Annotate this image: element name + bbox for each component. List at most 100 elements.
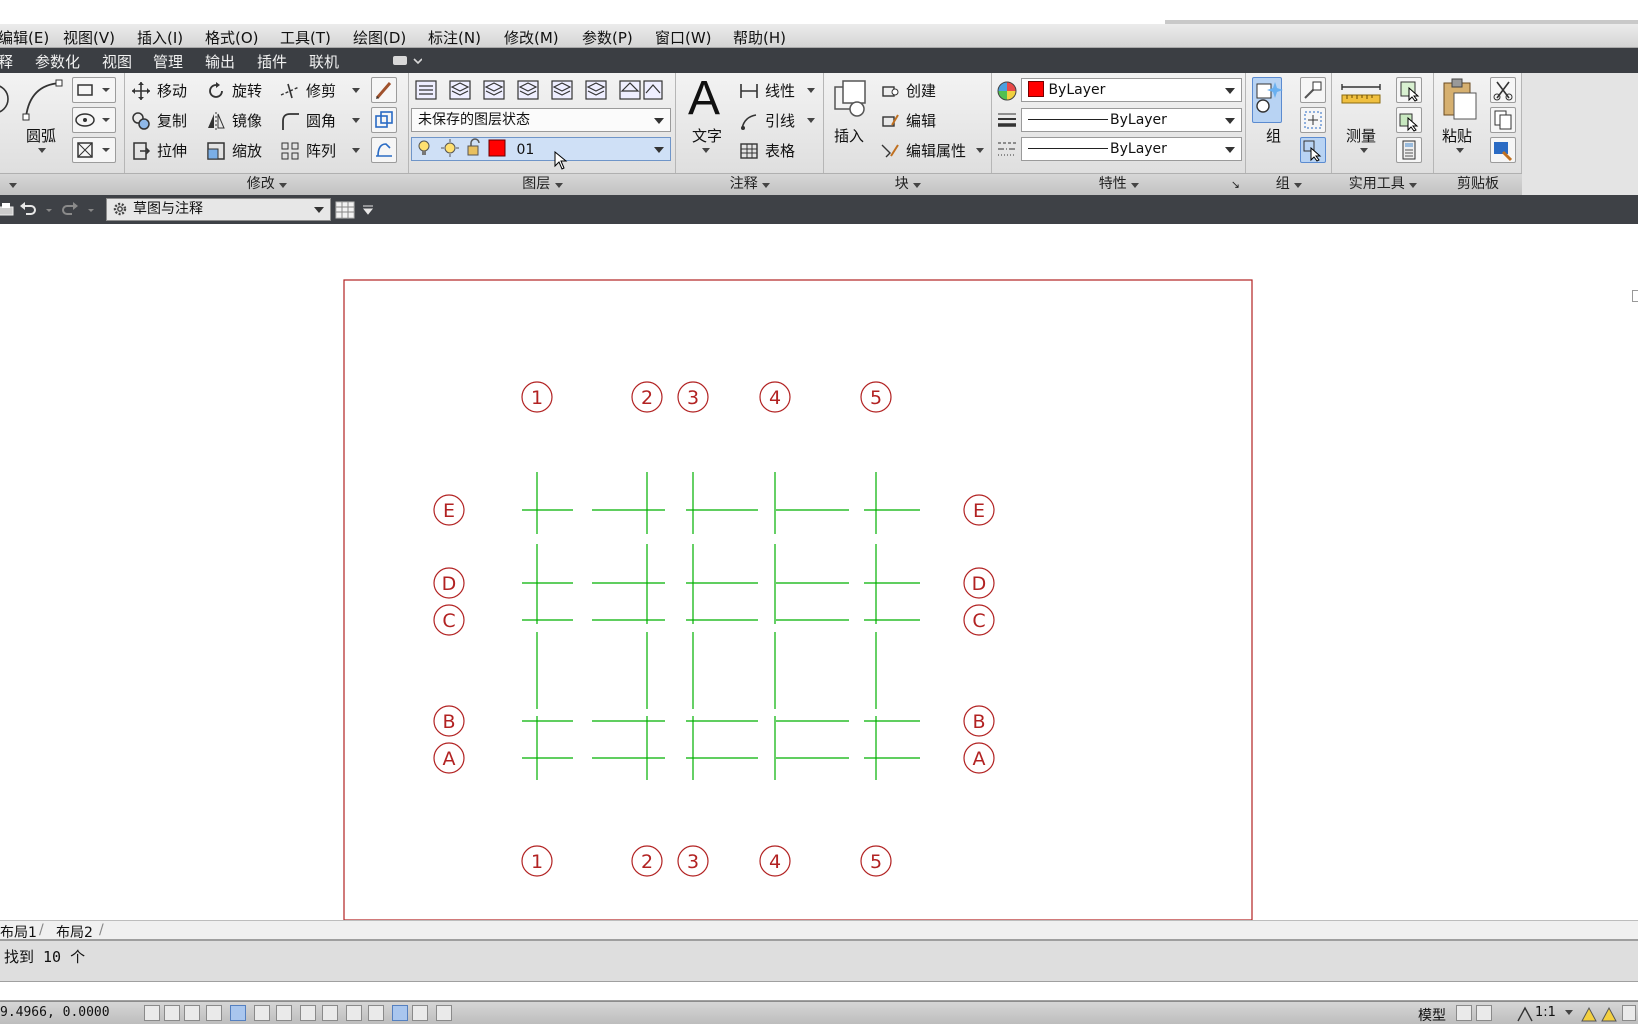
arc-icon[interactable] [22,77,64,121]
drafting-toggle-icon[interactable] [144,1005,160,1021]
match-properties-button[interactable] [1490,137,1516,163]
copy-button[interactable]: 复制 [131,110,187,131]
undo-dropdown-icon[interactable] [44,200,54,220]
hatch-button[interactable] [72,137,116,163]
auto-scale-icon[interactable] [1600,1005,1618,1023]
drafting-toggle-icon[interactable] [184,1005,200,1021]
modify-panel-title[interactable]: 修改 [125,173,409,195]
layer-dropdown[interactable]: 01 [411,137,671,161]
drafting-toggle-icon[interactable] [392,1005,408,1021]
ribbon-minimize-icon[interactable] [392,54,422,68]
lineweight-dropdown[interactable]: ByLayer [1021,108,1242,132]
menu-modify[interactable]: 修改(M) [504,27,559,48]
copy-clip-button[interactable] [1490,107,1516,133]
stretch-button[interactable]: 拉伸 [131,140,187,161]
layout-list-icon[interactable] [1476,1005,1492,1021]
annotation-scale-value[interactable]: 1:1 [1535,1005,1556,1020]
color-dropdown[interactable]: ByLayer [1021,78,1242,102]
drawing-svg[interactable]: 1122334455E ED DC CB BA A [0,224,1638,920]
group-panel-title[interactable]: 组 [1246,173,1332,195]
linetype-dropdown[interactable]: ByLayer [1021,137,1242,161]
layers-panel-title[interactable]: 图层 [409,173,676,195]
group-button[interactable] [1252,77,1283,123]
print-icon[interactable] [0,200,16,220]
trim-button[interactable]: 修剪 [280,80,361,101]
cut-button[interactable] [1490,77,1516,103]
tab-output[interactable]: 输出 [205,51,235,72]
redo-dropdown-icon[interactable] [86,200,96,220]
arc-label[interactable]: 圆弧 [26,125,56,146]
drafting-toggle-icon[interactable] [300,1005,316,1021]
fillet-button[interactable]: 圆角 [280,110,361,131]
drawing-canvas[interactable]: 1122334455EEDDCCBBAA [0,224,1638,920]
table-button[interactable]: 表格 [739,140,795,161]
menu-draw[interactable]: 绘图(D) [353,27,406,48]
measure-icon[interactable] [1340,81,1382,117]
tab-parametric[interactable]: 参数化 [35,51,80,72]
annotation-scale-icon[interactable] [1516,1005,1534,1023]
measure-label[interactable]: 测量 [1346,125,1376,146]
insert-label[interactable]: 插入 [834,125,864,146]
annotation-panel-title[interactable]: 注释 [676,173,824,195]
menu-dimension[interactable]: 标注(N) [428,27,481,48]
utilities-panel-title[interactable]: 实用工具 [1332,173,1434,195]
drafting-toggle-icon[interactable] [412,1005,428,1021]
drafting-toggle-icon[interactable] [206,1005,222,1021]
group-label[interactable]: 组 [1266,125,1281,146]
tab-manage[interactable]: 管理 [153,51,183,72]
tab-view[interactable]: 视图 [102,51,132,72]
block-panel-title[interactable]: 块 [824,173,992,195]
paste-icon[interactable] [1440,77,1480,121]
menu-view[interactable]: 视图(V) [63,27,115,48]
drafting-toggle-icon[interactable] [276,1005,292,1021]
tab-annotate[interactable]: 释 [0,51,13,72]
scale-button[interactable]: 缩放 [206,140,262,161]
color-wheel-icon[interactable] [996,80,1018,102]
tab-online[interactable]: 联机 [309,51,339,72]
menu-insert[interactable]: 插入(I) [137,27,183,48]
menu-tools[interactable]: 工具(T) [280,27,331,48]
group-selection-button[interactable] [1300,137,1326,163]
clipboard-panel-title[interactable]: 剪贴板 [1434,173,1522,195]
layer-tools-row[interactable] [414,77,664,103]
edit-block-button[interactable]: 编辑 [880,110,936,131]
menu-window[interactable]: 窗口(W) [655,27,712,48]
drafting-toggle-icon[interactable] [346,1005,362,1021]
properties-panel-title[interactable]: 特性 ↘ [992,173,1246,195]
ungroup-button[interactable] [1300,77,1326,103]
move-button[interactable]: 移动 [131,80,187,101]
rectangle-button[interactable] [72,77,116,103]
menu-edit[interactable]: 编辑(E) [0,27,49,48]
layout-view-icon[interactable] [1456,1005,1472,1021]
circle-icon[interactable] [0,79,10,119]
redo-icon[interactable] [60,200,80,220]
create-block-button[interactable]: 创建 [880,80,936,101]
tab-plugins[interactable]: 插件 [257,51,287,72]
text-label[interactable]: 文字 [692,125,722,146]
menu-parametric[interactable]: 参数(P) [582,27,633,48]
lineweight-icon[interactable] [996,110,1018,130]
drafting-toggle-icon[interactable] [230,1005,246,1021]
drafting-toggle-icon[interactable] [436,1005,452,1021]
annotation-visibility-icon[interactable] [1580,1005,1598,1023]
undo-icon[interactable] [18,200,38,220]
linetype-icon[interactable] [996,139,1018,159]
explode-button[interactable] [371,137,397,163]
leader-button[interactable]: 引线 [739,110,816,131]
ellipse-button[interactable] [72,107,116,133]
paste-label[interactable]: 粘贴 [1442,125,1472,146]
layer-state-dropdown[interactable]: 未保存的图层状态 [411,108,671,132]
insert-block-icon[interactable] [831,79,871,119]
command-input[interactable] [0,981,1638,1001]
group-edit-button[interactable] [1300,107,1326,133]
model-space-button[interactable]: 模型 [1418,1005,1446,1024]
erase-button[interactable] [371,77,397,103]
grid-toolbar-icon[interactable] [335,200,355,220]
array-button[interactable]: 阵列 [280,140,361,161]
drafting-toggle-icon[interactable] [254,1005,270,1021]
drafting-toggle-icon[interactable] [368,1005,384,1021]
linear-dimension-button[interactable]: 线性 [739,80,816,101]
menu-format[interactable]: 格式(O) [205,27,259,48]
menu-help[interactable]: 帮助(H) [733,27,786,48]
customize-qat-icon[interactable] [362,200,374,220]
